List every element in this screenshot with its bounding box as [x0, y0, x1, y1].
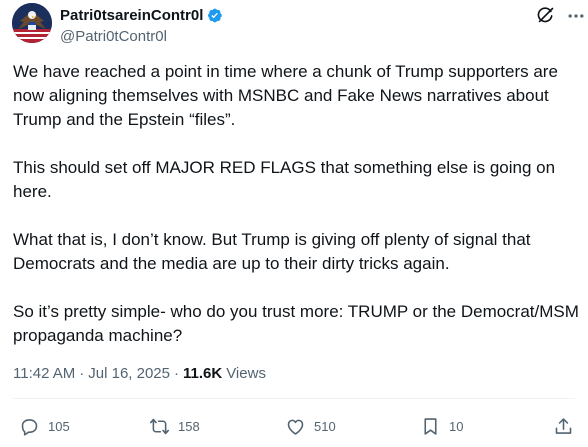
handle[interactable]: @Patri0tContr0l	[60, 28, 223, 45]
verified-badge-icon	[208, 8, 223, 22]
action-bar: 105 158 510 10	[13, 414, 575, 438]
tweet-meta: 11:42 AM · Jul 16, 2025 · 11.6K Views	[13, 365, 266, 382]
user-info: Patri0tsareinContr0l @Patri0tContr0l	[60, 5, 223, 45]
tweet-text: We have reached a point in time where a …	[13, 60, 583, 348]
tweet-paragraph-2: This should set off MAJOR RED FLAGS that…	[13, 158, 556, 201]
like-count: 510	[314, 418, 336, 434]
tweet-paragraph-3: What that is, I don’t know. But Trump is…	[13, 230, 531, 273]
tweet-paragraph-4: So it’s pretty simple- who do you trust …	[13, 302, 579, 345]
reply-icon	[21, 418, 38, 436]
views-label: Views	[226, 365, 266, 382]
repost-count: 158	[178, 418, 200, 434]
meta-separator-2: ·	[174, 365, 179, 382]
share-button[interactable]	[553, 414, 574, 438]
views-count: 11.6K	[183, 365, 223, 382]
like-icon	[287, 419, 304, 435]
avatar[interactable]	[12, 3, 52, 43]
divider	[13, 398, 575, 399]
display-name[interactable]: Patri0tsareinContr0l	[60, 7, 203, 24]
bookmark-button[interactable]: 10	[420, 414, 463, 438]
name-row: Patri0tsareinContr0l	[60, 5, 223, 25]
more-options-icon[interactable]	[566, 6, 586, 26]
bookmark-icon	[424, 417, 437, 435]
repost-button[interactable]: 158	[149, 414, 200, 438]
tweet-date[interactable]: Jul 16, 2025	[88, 365, 170, 382]
like-button[interactable]: 510	[285, 414, 336, 438]
reply-button[interactable]: 105	[19, 414, 70, 438]
grok-icon[interactable]	[535, 6, 555, 26]
tweet-time[interactable]: 11:42 AM	[13, 365, 75, 382]
reply-count: 105	[48, 418, 70, 434]
share-icon	[555, 417, 572, 434]
bookmark-count: 10	[449, 418, 464, 434]
meta-separator: ·	[79, 365, 85, 382]
repost-icon	[149, 418, 170, 434]
tweet-paragraph-1: We have reached a point in time where a …	[13, 62, 558, 129]
tweet-header: Patri0tsareinContr0l @Patri0tContr0l	[12, 3, 584, 47]
